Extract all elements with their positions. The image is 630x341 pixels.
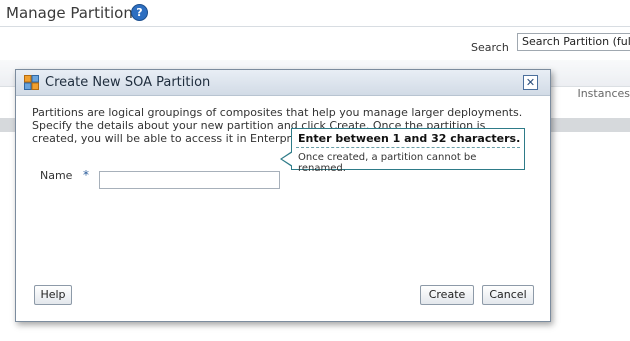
close-icon[interactable]: ✕ <box>523 75 538 90</box>
name-tooltip: Enter between 1 and 32 characters. Once … <box>280 128 525 174</box>
create-partition-dialog: Create New SOA Partition ✕ Partitions ar… <box>15 69 551 322</box>
name-label: Name <box>40 169 73 182</box>
required-icon: * <box>83 168 89 182</box>
dialog-title: Create New SOA Partition <box>45 75 211 90</box>
dialog-header: Create New SOA Partition ✕ <box>16 70 550 96</box>
help-icon[interactable]: ? <box>131 4 148 21</box>
tooltip-divider <box>296 147 520 148</box>
tooltip-text: Once created, a partition cannot be rena… <box>298 152 477 174</box>
search-label: Search <box>471 41 509 54</box>
help-button[interactable]: Help <box>34 285 72 305</box>
create-button[interactable]: Create <box>420 285 474 305</box>
tooltip-pointer-fill <box>282 152 293 166</box>
name-field[interactable] <box>99 171 280 189</box>
page-title: Manage Partitions <box>6 4 141 22</box>
cancel-button[interactable]: Cancel <box>482 285 534 305</box>
tooltip-title: Enter between 1 and 32 characters. <box>298 132 521 145</box>
soa-partition-icon <box>24 75 39 90</box>
header-divider <box>0 26 630 27</box>
search-input[interactable]: Search Partition (full or <box>517 33 630 51</box>
